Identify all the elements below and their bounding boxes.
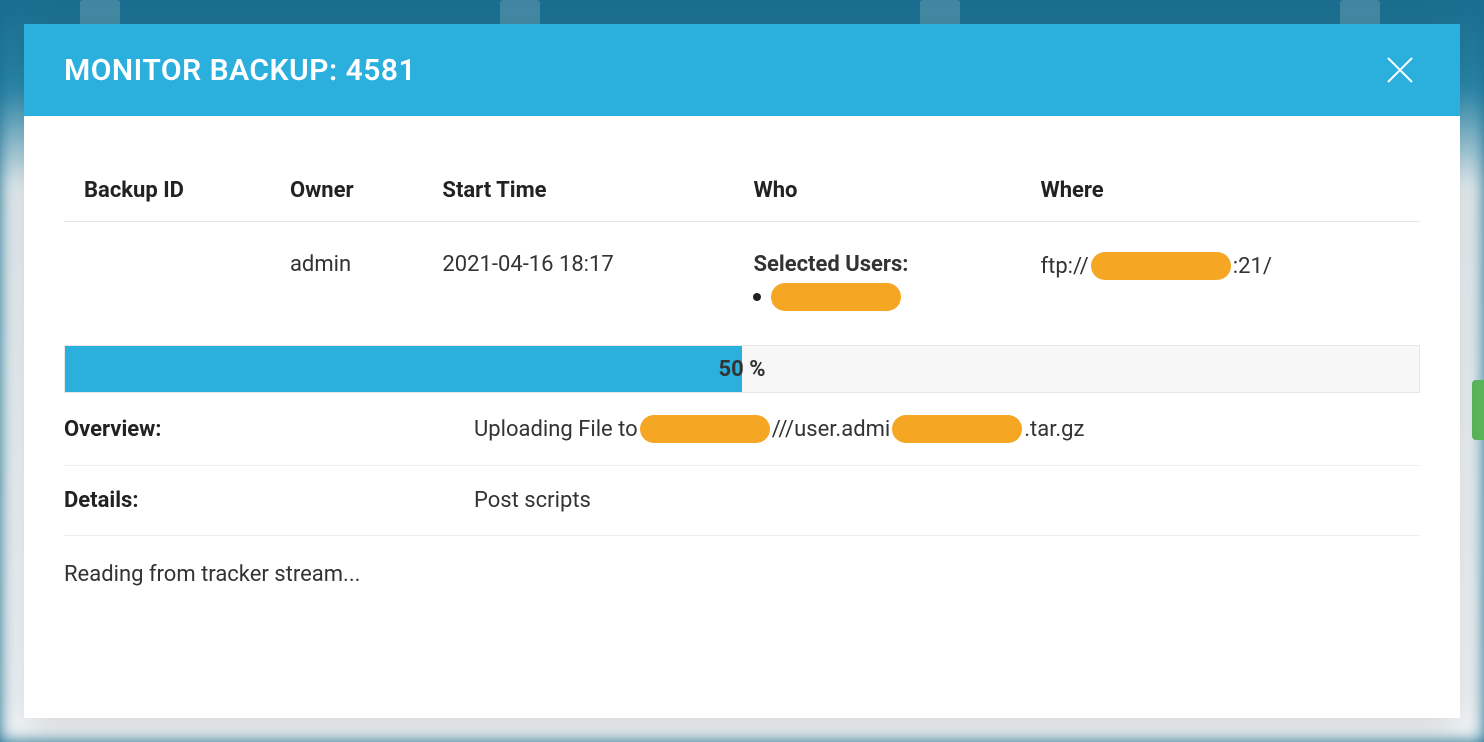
modal-body: Backup ID Owner Start Time Who Where adm…: [24, 116, 1460, 718]
cell-start-time: 2021-04-16 18:17: [422, 222, 733, 342]
overview-prefix: Uploading File to: [474, 417, 638, 442]
close-button[interactable]: [1380, 50, 1420, 90]
close-icon: [1384, 54, 1416, 86]
selected-users-label: Selected Users:: [753, 252, 1000, 277]
table-row: admin 2021-04-16 18:17 Selected Users: f…: [64, 222, 1420, 342]
col-start-time: Start Time: [422, 166, 733, 222]
cell-who: Selected Users:: [733, 222, 1020, 342]
redacted-filename: [892, 415, 1022, 443]
progress-fill: [65, 346, 742, 392]
where-prefix: ftp://: [1040, 254, 1088, 279]
status-text: Reading from tracker stream...: [64, 536, 1420, 587]
redacted-ip: [640, 415, 770, 443]
details-row: Details: Post scripts: [64, 466, 1420, 536]
selected-user-item: [753, 283, 1000, 311]
side-notification-tab: [1472, 380, 1484, 440]
col-owner: Owner: [270, 166, 422, 222]
col-where: Where: [1020, 166, 1420, 222]
redacted-user: [771, 283, 901, 311]
cell-where: ftp:// :21/: [1020, 222, 1420, 342]
details-value: Post scripts: [474, 488, 591, 513]
overview-mid: ///user.admi: [772, 417, 891, 442]
progress-label: 50 %: [719, 357, 766, 382]
bullet-icon: [753, 293, 761, 301]
where-suffix: :21/: [1233, 254, 1272, 279]
cell-owner: admin: [270, 222, 422, 342]
details-label: Details:: [64, 488, 474, 513]
monitor-backup-modal: MONITOR BACKUP: 4581 Backup ID Owner Sta…: [24, 24, 1460, 718]
cell-backup-id: [64, 222, 270, 342]
overview-row: Overview: Uploading File to ///user.admi…: [64, 393, 1420, 466]
col-who: Who: [733, 166, 1020, 222]
backup-info-table: Backup ID Owner Start Time Who Where adm…: [64, 166, 1420, 341]
modal-header: MONITOR BACKUP: 4581: [24, 24, 1460, 116]
overview-value: Uploading File to ///user.admi .tar.gz: [474, 415, 1084, 443]
col-backup-id: Backup ID: [64, 166, 270, 222]
redacted-host: [1091, 252, 1231, 280]
overview-label: Overview:: [64, 417, 474, 442]
progress-bar: 50 %: [64, 345, 1420, 393]
modal-title: MONITOR BACKUP: 4581: [64, 53, 416, 88]
overview-suffix: .tar.gz: [1024, 417, 1084, 442]
